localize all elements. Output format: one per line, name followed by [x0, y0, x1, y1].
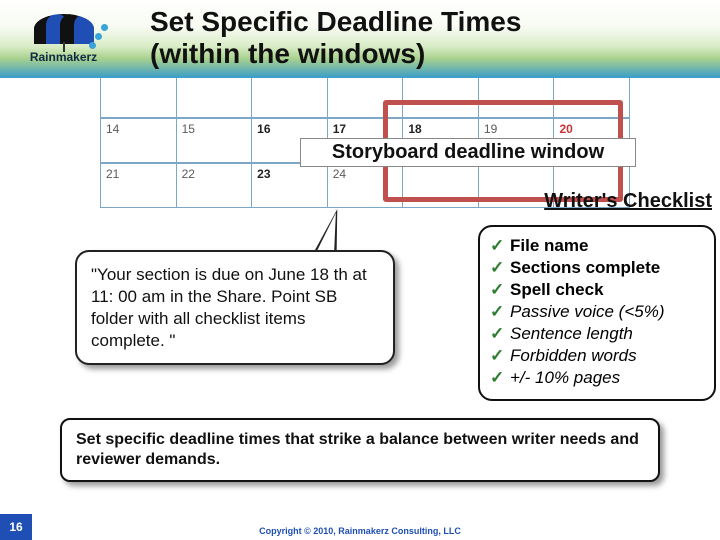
checklist-item: Passive voice (<5%) [510, 301, 664, 323]
cal-cell: 14 [100, 118, 177, 163]
check-icon: ✓ [490, 301, 504, 323]
cal-cell [252, 78, 328, 118]
copyright-text: Copyright © 2010, Rainmakerz Consulting,… [0, 526, 720, 536]
title-line-2: (within the windows) [150, 38, 425, 69]
cal-cell [100, 78, 177, 118]
logo-text: Rainmakerz [30, 50, 97, 64]
cal-cell: 23 [252, 163, 328, 208]
checklist-item: Sentence length [510, 323, 633, 345]
checklist-item: Sections complete [510, 257, 660, 279]
speech-bubble-text: "Your section is due on June 18 th at 11… [91, 265, 367, 350]
umbrella-icon [34, 14, 94, 48]
deadline-window-label: Storyboard deadline window [300, 138, 636, 167]
speech-bubble: "Your section is due on June 18 th at 11… [75, 250, 395, 365]
check-icon: ✓ [490, 279, 504, 301]
check-icon: ✓ [490, 257, 504, 279]
checklist-heading: Writer's Checklist [544, 190, 712, 213]
check-icon: ✓ [490, 367, 504, 389]
cal-cell: 22 [177, 163, 253, 208]
cal-cell: 15 [177, 118, 253, 163]
page-number: 16 [0, 514, 32, 540]
logo: Rainmakerz [6, 8, 121, 70]
check-icon: ✓ [490, 323, 504, 345]
checklist-item: Spell check [510, 279, 604, 301]
checklist-item: +/- 10% pages [510, 367, 620, 389]
checklist-item: File name [510, 235, 588, 257]
check-icon: ✓ [490, 235, 504, 257]
slide: Rainmakerz Set Specific Deadline Times (… [0, 0, 720, 540]
summary-box: Set specific deadline times that strike … [60, 418, 660, 482]
cal-cell [177, 78, 253, 118]
check-icon: ✓ [490, 345, 504, 367]
cal-cell: 21 [100, 163, 177, 208]
checklist-item: Forbidden words [510, 345, 637, 367]
title-line-1: Set Specific Deadline Times [150, 6, 521, 37]
rain-drops-icon [89, 22, 108, 49]
slide-title: Set Specific Deadline Times (within the … [150, 6, 710, 70]
summary-text: Set specific deadline times that strike … [76, 431, 639, 468]
writers-checklist: ✓ File name ✓ Sections complete ✓ Spell che… [478, 225, 716, 401]
